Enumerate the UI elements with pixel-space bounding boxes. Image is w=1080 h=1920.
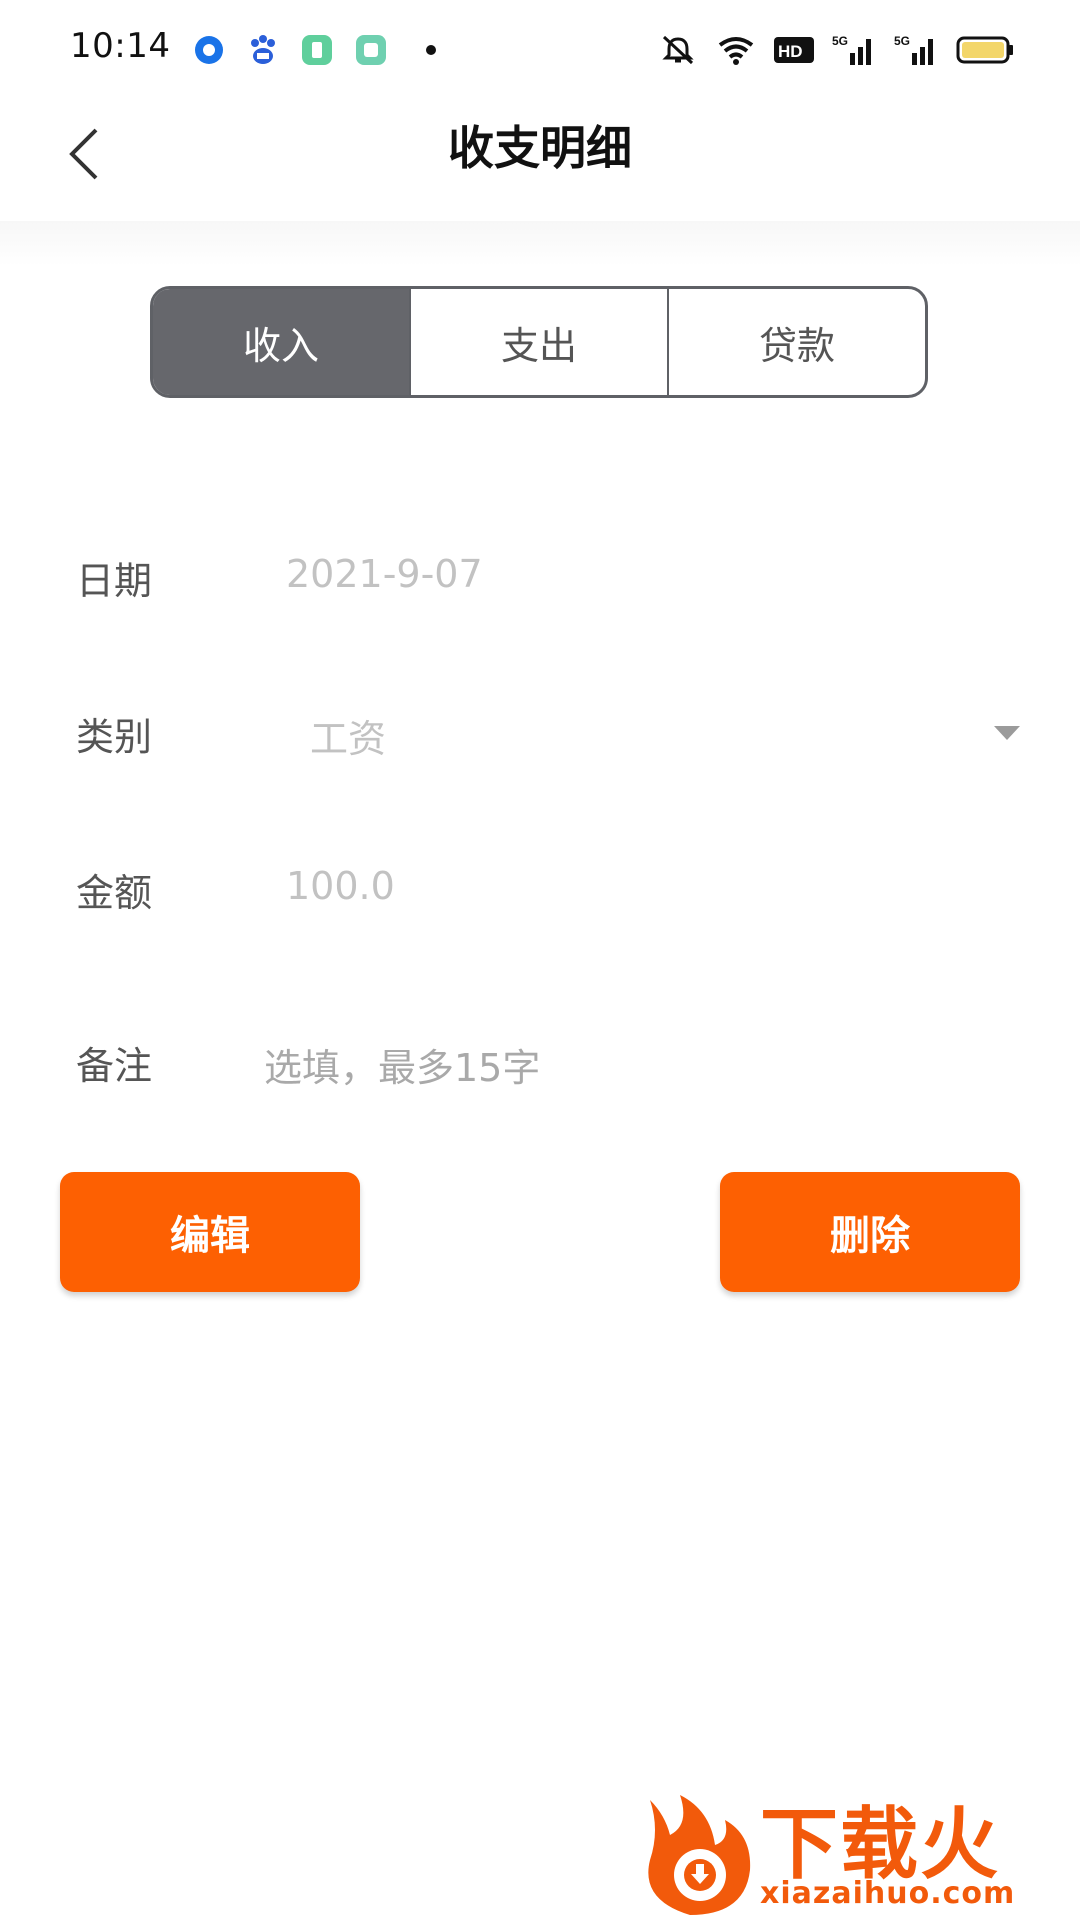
notification-icons [192, 30, 436, 70]
green-square-app-icon [356, 35, 386, 65]
type-tabs: 收入 支出 贷款 [150, 286, 928, 398]
baidu-paw-icon [251, 35, 275, 64]
header: 收支明细 [0, 96, 1080, 221]
more-dot-icon [426, 45, 436, 55]
page: 10:14 HD 5G 5G 收支明细 收入 支出 贷款 日期 2021-9-0… [0, 0, 1080, 1920]
amount-label: 金额 [76, 871, 153, 915]
delete-button[interactable]: 删除 [720, 1172, 1020, 1292]
category-select[interactable]: 工资 [310, 708, 386, 763]
note-field[interactable]: 选填，最多15字 [264, 1037, 540, 1092]
note-row: 备注 选填，最多15字 [0, 1015, 1080, 1105]
date-field[interactable]: 2021-9-07 [286, 552, 483, 596]
category-row: 类别 工资 [0, 686, 1080, 776]
flame-download-icon [648, 1795, 751, 1915]
tab-loan[interactable]: 贷款 [669, 289, 925, 395]
hd-icon: HD [774, 37, 814, 63]
hd-label: HD [778, 42, 803, 61]
status-time: 10:14 [70, 26, 171, 66]
tab-income[interactable]: 收入 [153, 289, 411, 395]
signal-5g-icon: 5G [832, 34, 871, 65]
generic-circle-icon [195, 36, 223, 64]
wifi-icon [718, 37, 754, 65]
date-row: 日期 2021-9-07 [0, 530, 1080, 620]
date-label: 日期 [76, 559, 153, 603]
signal-network-label: 5G [832, 34, 848, 48]
amount-row: 金额 100.0 [0, 842, 1080, 932]
battery-icon [956, 36, 1013, 64]
green-app-icon [302, 35, 332, 65]
edit-button[interactable]: 编辑 [60, 1172, 360, 1292]
amount-field[interactable]: 100.0 [286, 864, 395, 908]
status-bar: 10:14 HD 5G 5G [0, 0, 1080, 96]
page-title: 收支明细 [448, 121, 632, 175]
watermark: 下载火 xiazaihuo.com [640, 1780, 1080, 1920]
mute-icon [662, 35, 694, 65]
note-label: 备注 [76, 1044, 153, 1088]
signal-5g-icon: 5G [894, 34, 933, 65]
dropdown-arrow-icon[interactable] [994, 726, 1020, 740]
category-label: 类别 [76, 715, 153, 759]
watermark-url: xiazaihuo.com [760, 1876, 1016, 1911]
tab-expense[interactable]: 支出 [411, 289, 669, 395]
system-icons: HD 5G 5G [658, 30, 1014, 70]
signal-network-label: 5G [894, 34, 910, 48]
